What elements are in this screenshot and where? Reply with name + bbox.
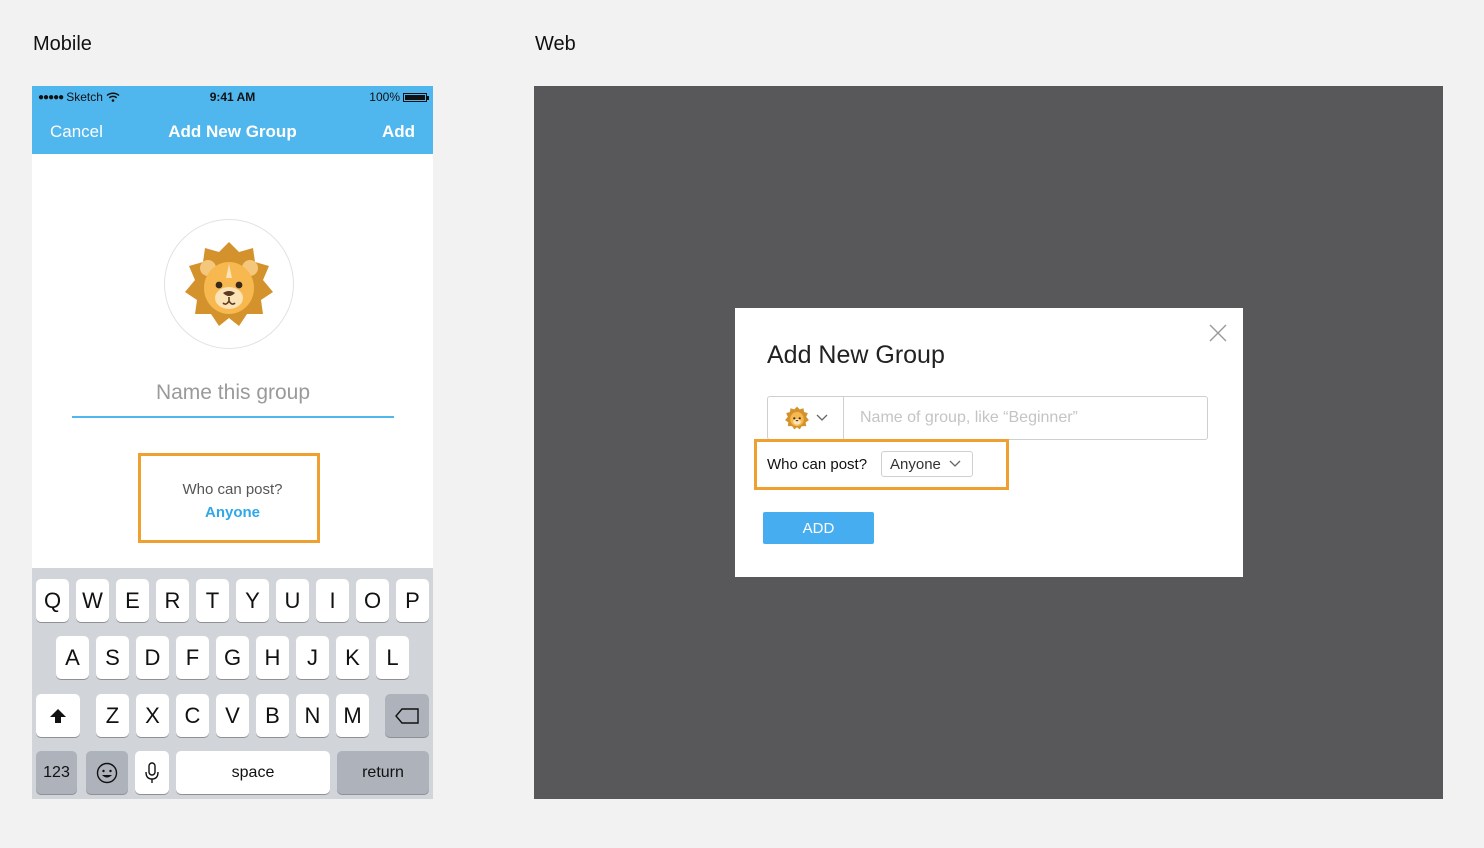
key[interactable]: U bbox=[276, 579, 309, 622]
backspace-icon bbox=[395, 707, 419, 724]
return-key[interactable]: return bbox=[337, 751, 429, 794]
keyboard: Q W E R T Y U I O P A S D F G H J K L Z … bbox=[32, 568, 433, 799]
key[interactable]: X bbox=[136, 694, 169, 737]
battery-icon bbox=[403, 92, 429, 102]
microphone-icon bbox=[145, 761, 159, 783]
key[interactable]: N bbox=[296, 694, 329, 737]
key[interactable]: K bbox=[336, 636, 369, 679]
key[interactable]: J bbox=[296, 636, 329, 679]
group-name-input[interactable] bbox=[844, 397, 1207, 439]
key[interactable]: D bbox=[136, 636, 169, 679]
mobile-section-label: Mobile bbox=[33, 33, 92, 55]
key[interactable]: Y bbox=[236, 579, 269, 622]
key[interactable]: S bbox=[96, 636, 129, 679]
group-name-input[interactable] bbox=[72, 370, 394, 418]
key[interactable]: T bbox=[196, 579, 229, 622]
key[interactable]: B bbox=[256, 694, 289, 737]
add-button[interactable]: Add bbox=[382, 122, 415, 142]
status-bar: ●●●●● Sketch 9:41 AM 100% bbox=[32, 86, 433, 108]
web-mockup-backdrop: Add New Group Who can post? Anyone AD bbox=[534, 86, 1443, 799]
chevron-down-icon bbox=[949, 460, 961, 467]
who-can-post-select[interactable]: Anyone bbox=[881, 451, 973, 477]
modal-title: Add New Group bbox=[767, 341, 945, 369]
key[interactable]: P bbox=[396, 579, 429, 622]
key[interactable]: L bbox=[376, 636, 409, 679]
add-group-modal: Add New Group Who can post? Anyone AD bbox=[735, 308, 1243, 577]
key[interactable]: F bbox=[176, 636, 209, 679]
emoji-icon bbox=[96, 762, 118, 783]
web-section-label: Web bbox=[535, 33, 576, 55]
key[interactable]: O bbox=[356, 579, 389, 622]
mobile-mockup: ●●●●● Sketch 9:41 AM 100% Cancel Add New… bbox=[32, 86, 433, 799]
lion-emoji-icon bbox=[185, 242, 273, 326]
group-input-row bbox=[767, 396, 1208, 440]
lion-emoji-icon bbox=[784, 406, 809, 430]
numbers-key[interactable]: 123 bbox=[36, 751, 77, 794]
shift-icon bbox=[50, 708, 66, 723]
key[interactable]: E bbox=[116, 579, 149, 622]
key[interactable]: G bbox=[216, 636, 249, 679]
add-button[interactable]: ADD bbox=[763, 512, 874, 544]
nav-bar: Cancel Add New Group Add bbox=[32, 108, 433, 154]
close-icon[interactable] bbox=[1207, 322, 1229, 344]
page-title: Add New Group bbox=[168, 122, 297, 141]
battery-percent: 100% bbox=[369, 90, 400, 104]
emoji-key[interactable] bbox=[86, 751, 128, 794]
space-key[interactable]: space bbox=[176, 751, 330, 794]
key[interactable]: M bbox=[336, 694, 369, 737]
shift-key[interactable] bbox=[36, 694, 80, 737]
key[interactable]: Z bbox=[96, 694, 129, 737]
key[interactable]: Q bbox=[36, 579, 69, 622]
dictation-key[interactable] bbox=[135, 751, 169, 794]
key[interactable]: A bbox=[56, 636, 89, 679]
key[interactable]: V bbox=[216, 694, 249, 737]
who-can-post-highlight bbox=[138, 453, 320, 543]
who-can-post-selector[interactable]: Anyone bbox=[32, 504, 433, 521]
chevron-down-icon bbox=[816, 414, 827, 421]
key[interactable]: I bbox=[316, 579, 349, 622]
who-can-post-label: Who can post? bbox=[767, 456, 868, 473]
emoji-dropdown[interactable] bbox=[768, 397, 844, 439]
key[interactable]: R bbox=[156, 579, 189, 622]
who-can-post-label: Who can post? bbox=[182, 481, 283, 498]
group-avatar-picker[interactable] bbox=[164, 219, 294, 349]
key[interactable]: W bbox=[76, 579, 109, 622]
key[interactable]: C bbox=[176, 694, 209, 737]
who-can-post-value: Anyone bbox=[890, 455, 941, 473]
backspace-key[interactable] bbox=[385, 694, 429, 737]
key[interactable]: H bbox=[256, 636, 289, 679]
